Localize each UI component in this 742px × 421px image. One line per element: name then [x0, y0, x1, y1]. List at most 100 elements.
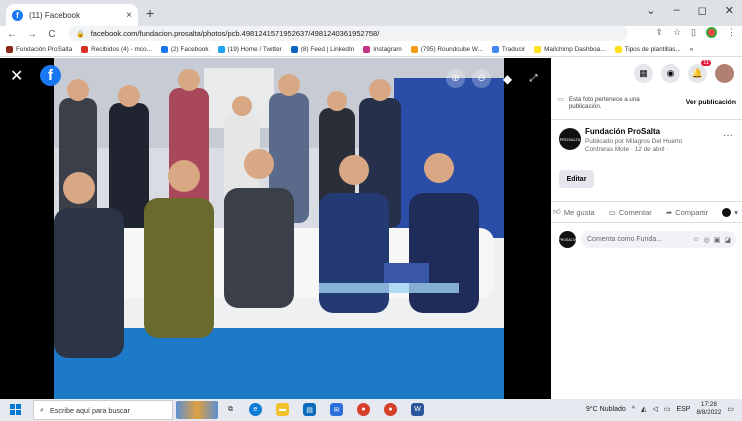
minimize-button[interactable]: –	[674, 4, 680, 17]
system-tray: 9°C Nublado ^ ◭ ◁ ▭ ESP 17:28 8/8/2022 ▭	[586, 401, 734, 417]
belongs-to-post-notice: ▭ Esta foto pertenece a una publicación.…	[558, 96, 736, 110]
close-viewer-icon[interactable]: ✕	[10, 66, 23, 86]
reload-icon[interactable]: C	[44, 29, 60, 40]
bookmark-item[interactable]: (795) Roundcube W...	[410, 45, 483, 53]
store-icon[interactable]: ▤	[303, 403, 316, 416]
bookmark-star-icon[interactable]: ☆	[673, 27, 681, 38]
notification-center-icon[interactable]: ▭	[727, 405, 734, 413]
camera-icon[interactable]: ◎	[704, 236, 710, 244]
bookmark-item[interactable]: Mailchimp Dashboa...	[534, 45, 606, 53]
more-options-button[interactable]: ···	[723, 130, 733, 141]
side-panel-icon[interactable]: ▯	[691, 27, 696, 38]
like-label: Me gusta	[563, 207, 595, 217]
keyboard-icon[interactable]: ▭	[664, 405, 671, 413]
edit-button[interactable]: Editar	[559, 170, 594, 188]
tab-search-icon[interactable]: ⌄	[646, 4, 655, 17]
chrome-profile-icon[interactable]: ●	[384, 403, 397, 416]
bookmark-favicon-icon	[217, 45, 225, 53]
event-photo-illustration	[54, 58, 504, 399]
maximize-button[interactable]: ◻	[698, 4, 707, 17]
forward-icon[interactable]: →	[24, 29, 40, 40]
back-icon[interactable]: ←	[4, 29, 20, 40]
belongs-text: Esta foto pertenece a una publicación.	[568, 96, 640, 110]
chevron-down-icon: ▾	[734, 207, 738, 217]
zoom-out-icon[interactable]: ⊖	[472, 69, 491, 88]
share-page-icon[interactable]: ⇪	[655, 27, 663, 38]
published-by-text: Publicado por Milagros Del Huerto Contre…	[585, 138, 710, 154]
bookmark-item[interactable]: Tipos de plantillas...	[614, 45, 681, 53]
actor-selector[interactable]: ▾	[722, 207, 738, 217]
bookmark-item[interactable]: (2) Facebook	[160, 45, 209, 53]
divider	[551, 222, 742, 223]
post-actions: 👍︎ Me gusta ▭ Comentar ➦ Compartir ▾	[553, 207, 742, 217]
edge-icon[interactable]: e	[249, 403, 262, 416]
network-icon[interactable]: ◭	[641, 405, 646, 413]
search-icon: ⌕	[40, 405, 45, 414]
fullscreen-icon[interactable]: ⤢	[524, 69, 543, 88]
taskbar-search-input[interactable]: ⌕ Escribe aquí para buscar	[33, 400, 173, 420]
messenger-icon[interactable]: ◉	[661, 64, 680, 83]
search-highlight-image[interactable]	[176, 401, 218, 419]
taskbar-search-placeholder: Escribe aquí para buscar	[50, 405, 130, 415]
bookmark-item[interactable]: (19) Home / Twitter	[217, 45, 282, 53]
tag-icon[interactable]: ◆	[498, 69, 517, 88]
task-view-icon[interactable]: ⧉	[224, 403, 237, 416]
mail-icon[interactable]: ✉	[330, 403, 343, 416]
lock-icon: 🔒	[76, 30, 85, 38]
language-indicator[interactable]: ESP	[676, 406, 690, 413]
bookmark-item[interactable]: Traducir	[491, 45, 525, 53]
like-button[interactable]: 👍︎ Me gusta	[553, 207, 595, 217]
bookmark-item[interactable]: Recibidos (4) - mco...	[81, 45, 152, 53]
page-name-link[interactable]: Fundación ProSalta	[585, 127, 660, 136]
bookmark-item[interactable]: »	[690, 46, 694, 53]
bookmark-favicon-icon	[410, 45, 418, 53]
view-post-link[interactable]: Ver publicación	[686, 99, 736, 110]
bookmark-favicon-icon	[614, 45, 622, 53]
bookmark-favicon-icon	[160, 45, 168, 53]
profile-avatar-icon[interactable]	[706, 27, 717, 38]
divider	[551, 119, 742, 120]
share-label: Compartir	[675, 207, 709, 217]
file-explorer-icon[interactable]: ▬	[276, 403, 289, 416]
account-avatar[interactable]	[715, 64, 734, 83]
menu-kebab-icon[interactable]: ⋮	[727, 27, 736, 38]
bookmark-label: (19) Home / Twitter	[227, 45, 282, 53]
bookmark-item[interactable]: (8) Feed | LinkedIn	[290, 45, 354, 53]
published-date[interactable]: · 12 de abril ·	[631, 146, 669, 153]
comment-input[interactable]: Comenta como Funda... ☺ ◎ ▣ ◪	[581, 231, 736, 248]
weather-text[interactable]: 9°C Nublado	[586, 406, 626, 413]
windows-start-icon[interactable]	[10, 404, 21, 415]
bookmark-favicon-icon	[6, 45, 13, 53]
tab-close-icon[interactable]: ×	[126, 10, 132, 21]
volume-icon[interactable]: ◁	[652, 405, 657, 413]
bookmark-item[interactable]: Fundación ProSalta	[6, 45, 72, 53]
zoom-in-icon[interactable]: ⊕	[446, 69, 465, 88]
facebook-favicon-icon: f	[12, 9, 23, 21]
clock-date: 8/8/2022	[696, 409, 722, 416]
sticker-icon[interactable]: ◪	[724, 236, 731, 244]
browser-tab[interactable]: f (11) Facebook ×	[6, 4, 138, 26]
notifications-bell-icon[interactable]: 🔔 11	[688, 60, 711, 83]
new-tab-button[interactable]: +	[146, 5, 154, 21]
post-notice-icon: ▭	[558, 96, 564, 103]
close-window-button[interactable]: ✕	[725, 4, 734, 17]
tray-chevron-icon[interactable]: ^	[632, 406, 635, 413]
emoji-icon[interactable]: ☺	[692, 236, 699, 244]
clock[interactable]: 17:28 8/8/2022	[696, 401, 721, 417]
menu-grid-icon[interactable]: ▦	[634, 64, 653, 83]
facebook-logo-icon[interactable]: f	[40, 65, 61, 86]
gif-icon[interactable]: ▣	[714, 236, 721, 244]
comment-button[interactable]: ▭ Comentar	[609, 208, 652, 217]
bookmark-favicon-icon	[534, 45, 542, 53]
clock-time: 17:28	[700, 401, 717, 408]
share-icon: ➦	[665, 207, 673, 217]
bookmark-favicon-icon	[491, 45, 499, 53]
page-avatar[interactable]: PROSALTA	[559, 128, 581, 150]
browser-toolbar-right: ⇪ ☆ ▯ ⋮	[655, 27, 736, 38]
word-icon[interactable]: W	[411, 403, 424, 416]
share-button[interactable]: ➦ Compartir	[666, 208, 708, 217]
chrome-icon[interactable]: ●	[357, 403, 370, 416]
address-bar[interactable]: 🔒 facebook.com/fundacion.prosalta/photos…	[68, 26, 628, 41]
bookmark-item[interactable]: Instagram	[363, 45, 402, 53]
notification-badge: 11	[701, 60, 711, 66]
